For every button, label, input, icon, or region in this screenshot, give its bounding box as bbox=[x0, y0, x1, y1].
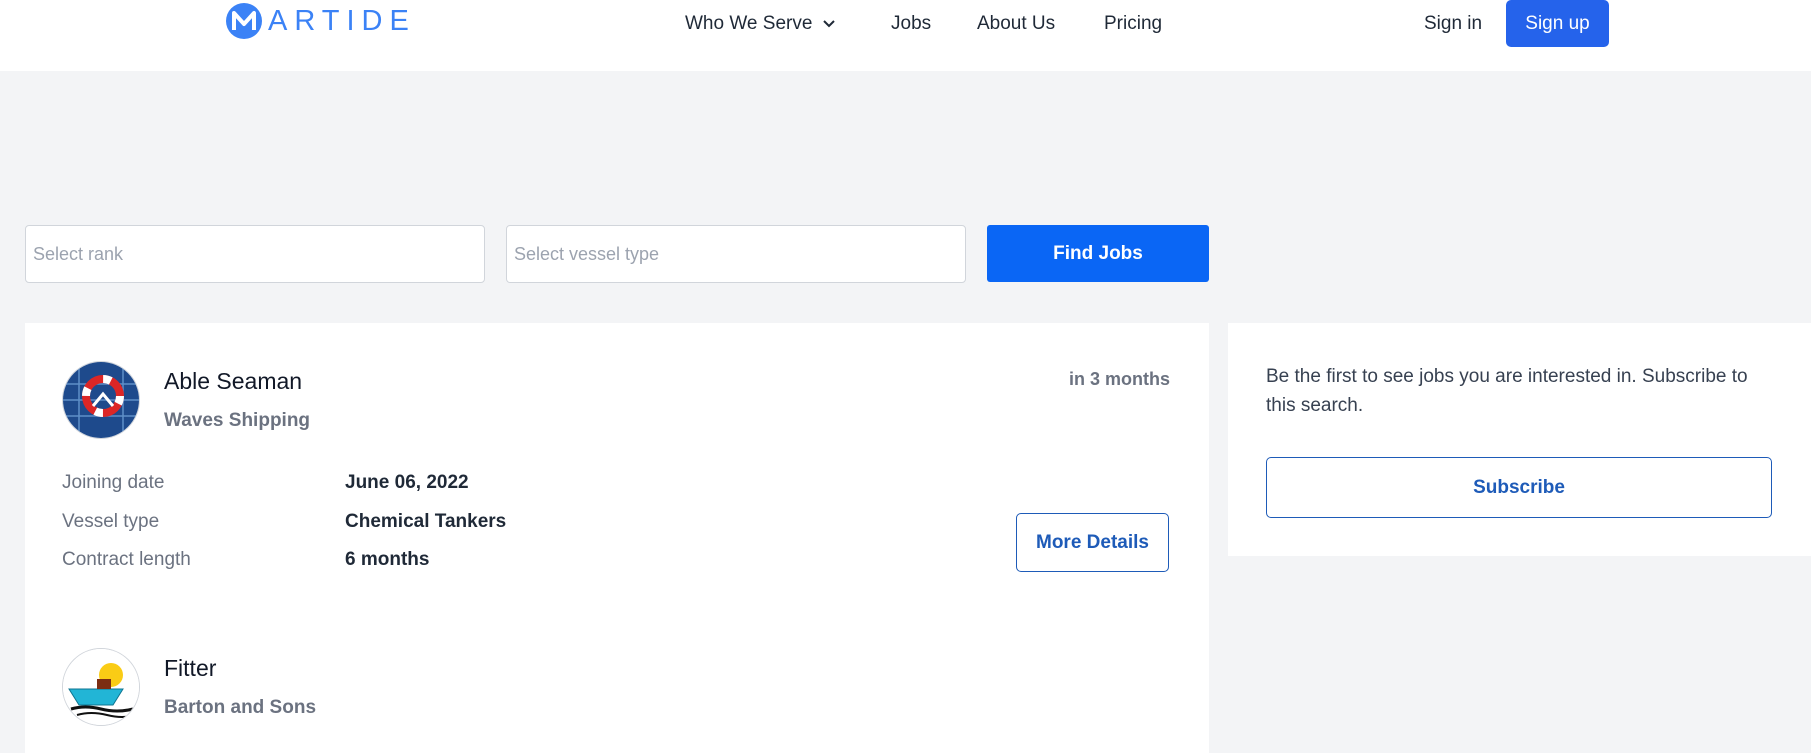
more-details-button[interactable]: More Details bbox=[1016, 513, 1169, 572]
rank-select-input[interactable] bbox=[25, 225, 485, 283]
contract-length-value: 6 months bbox=[345, 549, 430, 570]
vessel-type-select-input[interactable] bbox=[506, 225, 966, 283]
company-name: Waves Shipping bbox=[164, 410, 311, 431]
job-list: Able Seaman Waves Shipping in 3 months J… bbox=[25, 323, 1209, 753]
find-jobs-button[interactable]: Find Jobs bbox=[987, 225, 1209, 282]
nav-who-we-serve[interactable]: Who We Serve bbox=[685, 12, 836, 36]
subscribe-panel: Be the first to see jobs you are interes… bbox=[1228, 323, 1811, 556]
joining-date-label: Joining date bbox=[62, 472, 165, 493]
nav-jobs[interactable]: Jobs bbox=[891, 12, 931, 36]
nav-about-us[interactable]: About Us bbox=[977, 12, 1055, 36]
lifebuoy-icon bbox=[63, 362, 139, 438]
subscribe-button[interactable]: Subscribe bbox=[1266, 457, 1772, 518]
nav-pricing[interactable]: Pricing bbox=[1104, 12, 1162, 36]
vessel-type-label: Vessel type bbox=[62, 511, 160, 532]
company-logo bbox=[62, 361, 140, 439]
nav-who-we-serve-label: Who We Serve bbox=[685, 13, 813, 34]
subscribe-text: Be the first to see jobs you are interes… bbox=[1266, 366, 1748, 416]
logo-text: ARTIDE bbox=[268, 5, 416, 37]
company-logo bbox=[62, 648, 140, 726]
job-title[interactable]: Fitter bbox=[164, 655, 216, 682]
site-header: ARTIDE Who We Serve Jobs About Us Pricin… bbox=[0, 0, 1811, 71]
logo-m-icon bbox=[226, 3, 262, 39]
job-title[interactable]: Able Seaman bbox=[164, 368, 302, 395]
ship-icon bbox=[63, 649, 139, 725]
sign-up-button[interactable]: Sign up bbox=[1506, 0, 1609, 47]
chevron-down-icon bbox=[823, 20, 836, 28]
vessel-type-value: Chemical Tankers bbox=[345, 511, 507, 532]
martide-logo[interactable]: ARTIDE bbox=[225, 2, 416, 40]
joining-date-value: June 06, 2022 bbox=[345, 472, 469, 493]
contract-length-label: Contract length bbox=[62, 549, 191, 570]
job-timing: in 3 months bbox=[1068, 369, 1170, 389]
sign-in-link[interactable]: Sign in bbox=[1424, 12, 1482, 36]
company-name: Barton and Sons bbox=[164, 697, 317, 718]
